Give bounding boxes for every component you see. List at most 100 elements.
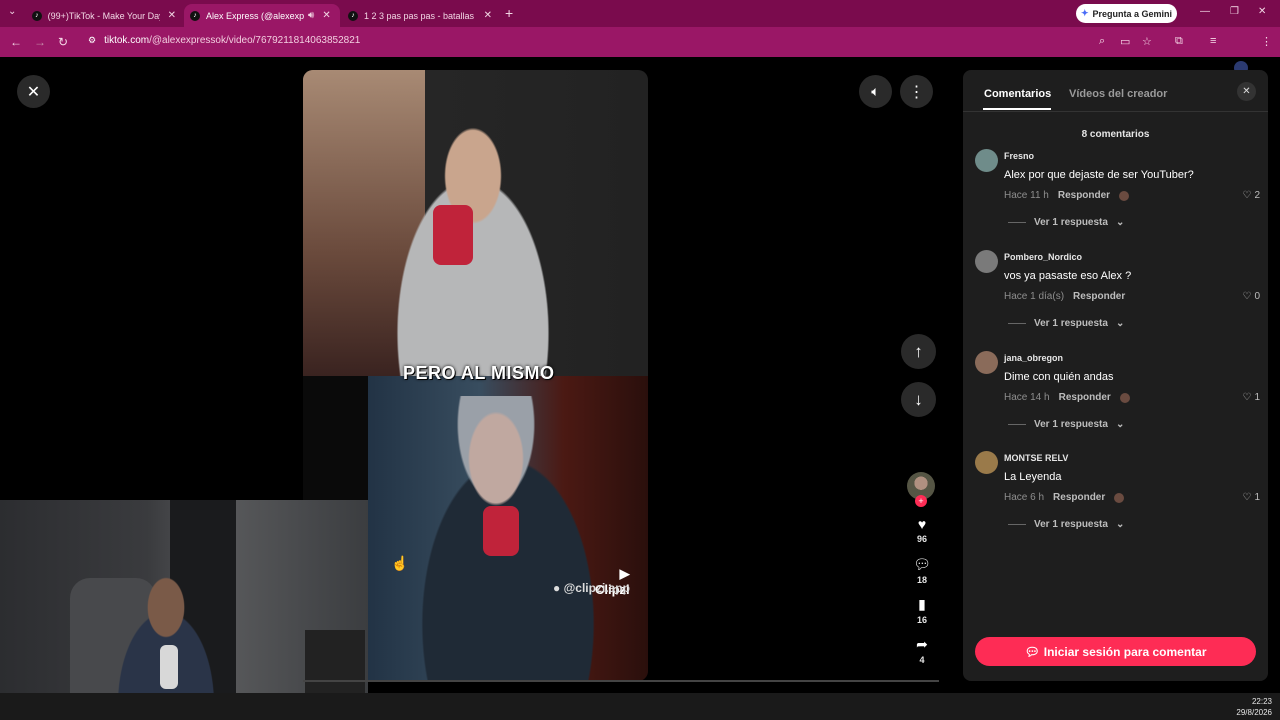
comment-like-button[interactable]: ♡ 0 (1242, 291, 1260, 302)
gemini-button[interactable]: ✦ Pregunta a Gemini (1076, 4, 1177, 23)
view-replies-button[interactable]: Ver 1 respuesta ⌄ (1008, 519, 1124, 530)
address-bar-row: ← → ↻ ⚙ tiktok.com/@alexexpressok/video/… (0, 27, 1280, 75)
heart-icon: ♥ (917, 516, 927, 532)
save-button[interactable]: ▮ 16 (907, 596, 937, 625)
user-icon: ● (553, 581, 561, 595)
follow-plus-icon[interactable]: + (915, 495, 927, 507)
share-count: 4 (919, 655, 925, 665)
share-button[interactable]: ➦ 4 (907, 636, 937, 665)
volume-icon[interactable]: 🔈︎ (859, 75, 892, 108)
comment-like-button[interactable]: ♡ 2 (1242, 190, 1260, 201)
view-replies-label: Ver 1 respuesta (1034, 419, 1108, 430)
tab-search-chevron-icon[interactable]: ⌄ (8, 6, 16, 17)
extensions-icon[interactable]: ⧉ (1175, 35, 1183, 48)
reply-button[interactable]: Responder (1073, 291, 1125, 302)
comment-like-count: 1 (1254, 392, 1260, 403)
comment-time: Hace 1 día(s) (1004, 291, 1065, 302)
webcam-overlay (0, 500, 368, 720)
view-replies-label: Ver 1 respuesta (1034, 519, 1108, 530)
comment-like-button[interactable]: ♡ 1 (1242, 392, 1260, 403)
tab-comments[interactable]: Comentarios (984, 88, 1051, 100)
previous-video-icon[interactable]: ↑ (901, 334, 936, 369)
new-tab-icon[interactable]: + (505, 5, 513, 21)
comment-meta: Hace 14 h Responder (1004, 392, 1130, 403)
close-window-icon[interactable]: ✕ (1258, 6, 1266, 17)
replies-line (1008, 524, 1026, 525)
view-replies-button[interactable]: Ver 1 respuesta ⌄ (1008, 419, 1124, 430)
url-field[interactable]: ⚙ tiktok.com/@alexexpressok/video/767921… (88, 35, 360, 46)
cast-icon[interactable]: ▭ (1120, 35, 1130, 48)
bookmark-icon: ▮ (918, 596, 926, 612)
system-clock[interactable]: 22:23 29/8/2026 (1236, 696, 1272, 718)
clock-time: 22:23 (1251, 697, 1272, 706)
webcam-microphone (160, 645, 178, 689)
comment-item: MONTSE RELV La Leyenda Hace 6 h Responde… (975, 451, 1260, 541)
comment-username[interactable]: jana_obregon (1004, 353, 1063, 363)
comment-time: Hace 6 h (1004, 492, 1045, 503)
like-button[interactable]: ♥ 96 (907, 516, 937, 544)
video-caption: PERO AL MISMO (403, 363, 555, 383)
next-video-icon[interactable]: ↓ (901, 382, 936, 417)
comment-like-count: 1 (1254, 492, 1260, 503)
view-replies-button[interactable]: Ver 1 respuesta ⌄ (1008, 318, 1124, 329)
chevron-down-icon: ⌄ (1115, 217, 1125, 228)
video-progress-bar[interactable] (303, 680, 939, 682)
comment-like-button[interactable]: ♡ 1 (1242, 492, 1260, 503)
reload-icon[interactable]: ↻ (58, 35, 68, 49)
comment-text: Alex por que dejaste de ser YouTuber? (1004, 169, 1194, 181)
play-arrow-icon: ▶ (619, 566, 630, 581)
comment-username[interactable]: MONTSE RELV (1004, 453, 1068, 463)
comment-bubble-icon: 💬︎ (1024, 644, 1040, 659)
tab-tiktok-home[interactable]: ♪ (99+)TikTok - Make Your Day ✕ (26, 4, 182, 27)
video-bottom-clip (368, 376, 648, 681)
media-control-icon[interactable]: ≡ (1210, 35, 1216, 47)
back-icon[interactable]: ← (10, 35, 22, 49)
zoom-icon[interactable]: ⌕ (1099, 35, 1105, 48)
reply-button[interactable]: Responder (1053, 492, 1105, 503)
site-info-icon[interactable]: ⚙ (88, 35, 96, 46)
comment-username[interactable]: Pombero_Nordico (1004, 252, 1082, 262)
reply-button[interactable]: Responder (1058, 190, 1110, 201)
bookmark-star-icon[interactable]: ☆ (1142, 35, 1152, 48)
menu-icon[interactable]: ⋮ (1261, 35, 1272, 48)
forward-icon[interactable]: → (34, 35, 46, 49)
watermark-handle: ● @clipzi.app (553, 581, 630, 595)
browser-tab-bar: ⌄ ♪ (99+)TikTok - Make Your Day ✕ ♪ Alex… (0, 0, 1280, 27)
tab-title: (99+)TikTok - Make Your Day (47, 10, 160, 21)
close-tab-icon[interactable]: ✕ (484, 10, 492, 21)
close-tab-icon[interactable]: ✕ (168, 10, 176, 21)
comment-username[interactable]: Fresno (1004, 151, 1034, 161)
commenter-avatar[interactable] (975, 149, 998, 172)
view-replies-button[interactable]: Ver 1 respuesta ⌄ (1008, 217, 1124, 228)
login-to-comment-button[interactable]: 💬︎ Iniciar sesión para comentar (975, 637, 1256, 666)
commenter-avatar[interactable] (975, 250, 998, 273)
minimize-icon[interactable]: — (1200, 6, 1210, 17)
comment-text: vos ya pasaste eso Alex ? (1004, 270, 1132, 282)
close-viewer-icon[interactable]: ✕ (17, 75, 50, 108)
tab-batallas[interactable]: ♪ 1 2 3 pas pas pas - batallas de ✕ (342, 4, 498, 27)
reply-button[interactable]: Responder (1059, 392, 1111, 403)
tiktok-icon: ♪ (348, 10, 358, 21)
comment-button[interactable]: 💬︎ 18 (907, 556, 937, 585)
speaker-icon[interactable]: 🔊︎ (308, 10, 314, 21)
watermark-handle-text: @clipzi.app (563, 581, 630, 595)
commenter-avatar[interactable] (975, 451, 998, 474)
creator-liked-badge (1119, 190, 1130, 201)
clock-date: 29/8/2026 (1236, 708, 1272, 717)
comment-item: jana_obregon Dime con quién andas Hace 1… (975, 351, 1260, 441)
microphone-icon (433, 205, 473, 265)
commenter-avatar[interactable] (975, 351, 998, 374)
tab-alex-express[interactable]: ♪ Alex Express (@alexexpress 🔊︎ ✕ (184, 4, 340, 27)
close-panel-icon[interactable]: ✕ (1237, 82, 1256, 101)
comment-like-count: 0 (1254, 291, 1260, 302)
close-tab-icon[interactable]: ✕ (322, 10, 330, 21)
view-replies-label: Ver 1 respuesta (1034, 318, 1108, 329)
host-figure (353, 90, 593, 376)
more-options-icon[interactable]: ⋮ (900, 75, 933, 108)
restore-icon[interactable]: ❐ (1230, 6, 1239, 17)
microphone-icon (483, 506, 519, 556)
chevron-down-icon: ⌄ (1115, 419, 1125, 430)
tab-title: 1 2 3 pas pas pas - batallas de (363, 10, 476, 21)
tab-creator-videos[interactable]: Vídeos del creador (1069, 88, 1167, 100)
comment-count-label: 8 comentarios (1081, 129, 1150, 140)
